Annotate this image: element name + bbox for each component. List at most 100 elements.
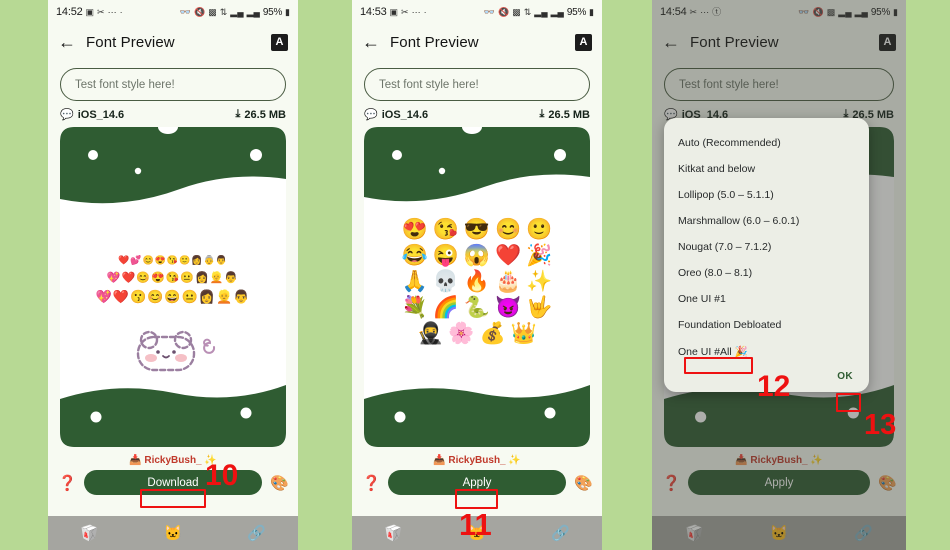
back-arrow-icon[interactable]: ← — [362, 33, 384, 51]
action-row: ❓ Download 🎨 — [58, 470, 289, 495]
author-credit: 📥 RickyBush_ ✨ — [352, 455, 602, 466]
emoji-grid-row: 🙏 💀 🔥 🎂 ✨ — [402, 271, 553, 293]
box-icon[interactable]: 🥡 — [685, 524, 704, 542]
emoji-cell: 💰 — [479, 322, 506, 346]
info-icon: ⓣ — [712, 6, 722, 17]
screenshot-icon: ▣ — [389, 6, 399, 17]
font-size-badge[interactable]: A — [271, 33, 288, 51]
page-title: Font Preview — [86, 33, 175, 51]
cat-icon[interactable]: 🐱 — [468, 524, 487, 542]
page-title: Font Preview — [690, 33, 779, 51]
palette-icon[interactable]: 🎨 — [878, 474, 897, 492]
back-arrow-icon[interactable]: ← — [58, 33, 80, 51]
box-icon[interactable]: 🥡 — [384, 524, 403, 542]
dialog-option-kitkat[interactable]: Kitkat and below — [664, 156, 869, 182]
phone-panel-download: 14:52 ▣ ✂ ⋯ · 👓 🔇 ▩ ⇅ ▂▄ ▂▄ 95% ▮ ← Font… — [48, 0, 298, 550]
app-bar: ← Font Preview A — [652, 24, 906, 60]
status-bar: 14:54 ✂ ⋯ ⓣ 👓 🔇 ▩ ▂▄ ▂▄ 95% ▮ — [652, 0, 906, 24]
dialog-option-nougat[interactable]: Nougat (7.0 – 7.1.2) — [664, 234, 869, 260]
right-gutter — [906, 0, 950, 550]
status-bar: 14:53 ▣ ✂ ⋯ · 👓 🔇 ▩ ⇅ ▂▄ ▂▄ 95% ▮ — [352, 0, 602, 24]
emoji-grid-row: 😍 😘 😎 😊 🙂 — [402, 218, 553, 241]
app-bar: ← Font Preview A — [48, 24, 298, 60]
bottom-nav: 🥡 🐱 🔗 — [48, 516, 298, 550]
author-upload-icon: 📥 — [433, 455, 446, 466]
status-time: 14:52 — [56, 6, 83, 18]
vpn-icon: ⇅ — [523, 6, 532, 17]
emoji-grid-row: 🥷 🌸 💰 👑 — [417, 323, 537, 345]
help-icon[interactable]: ❓ — [662, 474, 681, 492]
emoji-row-3: 💖❤️😗😊😄😐👩👱👨 — [95, 289, 251, 304]
page-title: Font Preview — [390, 33, 479, 51]
dots-icon: ⋯ — [107, 6, 117, 17]
emoji-cell: 🐍 — [463, 296, 491, 320]
help-icon[interactable]: ❓ — [362, 474, 381, 492]
download-button[interactable]: Download — [84, 470, 262, 495]
download-size-icon: ⤓ — [235, 108, 241, 120]
emoji-cell: 🙏 — [401, 270, 428, 294]
signal2-icon: ▂▄ — [246, 6, 260, 17]
dialog-option-oneui1[interactable]: One UI #1 — [664, 286, 869, 312]
dialog-option-auto[interactable]: Auto (Recommended) — [664, 130, 869, 156]
emoji-cell: 🙂 — [526, 218, 553, 241]
font-size-badge[interactable]: A — [879, 33, 896, 51]
signal-icon: ▂▄ — [534, 6, 548, 17]
font-size-badge[interactable]: A — [575, 33, 592, 51]
apply-button[interactable]: Apply — [388, 470, 566, 495]
font-size: 26.5 MB — [548, 108, 590, 121]
emoji-cell: 😎 — [463, 218, 491, 241]
emoji-cell: 👑 — [510, 322, 537, 346]
signal-icon: ▂▄ — [838, 6, 852, 17]
cat-icon[interactable]: 🐱 — [164, 524, 183, 542]
emoji-grid-row: 😂 😜 😱 ❤️ 🎉 — [402, 244, 553, 267]
palette-icon[interactable]: 🎨 — [574, 474, 593, 492]
wave-bottom-decoration — [60, 385, 286, 447]
dialog-option-oneui-all[interactable]: One UI #All 🎉 — [664, 338, 869, 365]
signal2-icon: ▂▄ — [550, 6, 564, 17]
test-font-input[interactable]: Test font style here! — [60, 68, 286, 101]
back-arrow-icon[interactable]: ← — [662, 33, 684, 51]
emoji-row-1: ❤️💕😊😍😘🙂👩👵👨 — [118, 255, 228, 265]
bottom-nav: 🥡 🐱 🔗 — [352, 516, 602, 550]
font-meta-row: 💬 iOS_14.6 ⤓ 26.5 MB — [364, 108, 590, 121]
link-icon: 👓 — [179, 6, 192, 17]
help-icon[interactable]: ❓ — [58, 474, 77, 492]
font-preview-card: ❤️💕😊😍😘🙂👩👵👨 💖❤️😊😍😘😐👩👱👨 💖❤️😗😊😄😐👩👱👨 — [60, 127, 286, 447]
battery-level: 95% — [566, 6, 587, 18]
emoji-cell: 🌸 — [448, 322, 475, 346]
dialog-option-lollipop[interactable]: Lollipop (5.0 – 5.1.1) — [664, 182, 869, 208]
apply-button[interactable]: Apply — [688, 470, 870, 495]
dialog-option-oreo[interactable]: Oreo (8.0 – 8.1) — [664, 260, 869, 286]
author-name: RickyBush_ ✨ — [448, 455, 521, 466]
emoji-row-2: 💖❤️😊😍😘😐👩👱👨 — [106, 272, 240, 284]
emoji-cell: 💀 — [432, 270, 459, 294]
dialog-ok-button[interactable]: OK — [664, 365, 869, 386]
chain-icon[interactable]: 🔗 — [247, 524, 266, 542]
gutter-2-3 — [602, 0, 652, 550]
test-font-input[interactable]: Test font style here! — [664, 68, 894, 101]
silent-icon: 🔇 — [194, 6, 206, 17]
box-icon[interactable]: 🥡 — [80, 524, 99, 542]
chain-icon[interactable]: 🔗 — [854, 524, 873, 542]
phone-panel-dialog: 14:54 ✂ ⋯ ⓣ 👓 🔇 ▩ ▂▄ ▂▄ 95% ▮ ← Font Pre… — [652, 0, 906, 550]
emoji-cell: 😈 — [495, 296, 522, 320]
dot-icon: · — [423, 6, 427, 17]
screenshot-icon: ▣ — [85, 6, 95, 17]
cat-icon[interactable]: 🐱 — [770, 524, 789, 542]
signal2-icon: ▂▄ — [854, 6, 868, 17]
chain-icon[interactable]: 🔗 — [551, 524, 570, 542]
nfc-icon: ▩ — [208, 6, 217, 17]
emoji-cell: 😘 — [432, 218, 459, 241]
test-font-placeholder: Test font style here! — [75, 78, 175, 91]
dialog-option-marshmallow[interactable]: Marshmallow (6.0 – 6.0.1) — [664, 208, 869, 234]
author-name: RickyBush_ ✨ — [144, 455, 217, 466]
wave-top-decoration — [60, 127, 286, 204]
author-credit: 📥 RickyBush_ ✨ — [652, 455, 906, 466]
battery-icon: ▮ — [893, 6, 898, 17]
palette-icon[interactable]: 🎨 — [270, 474, 289, 492]
test-font-input[interactable]: Test font style here! — [364, 68, 590, 101]
author-upload-icon: 📥 — [735, 455, 748, 466]
mute-icon: ✂ — [689, 6, 698, 17]
dialog-option-foundation[interactable]: Foundation Debloated — [664, 312, 869, 338]
screenshot-stage: 14:52 ▣ ✂ ⋯ · 👓 🔇 ▩ ⇅ ▂▄ ▂▄ 95% ▮ ← Font… — [0, 0, 950, 550]
